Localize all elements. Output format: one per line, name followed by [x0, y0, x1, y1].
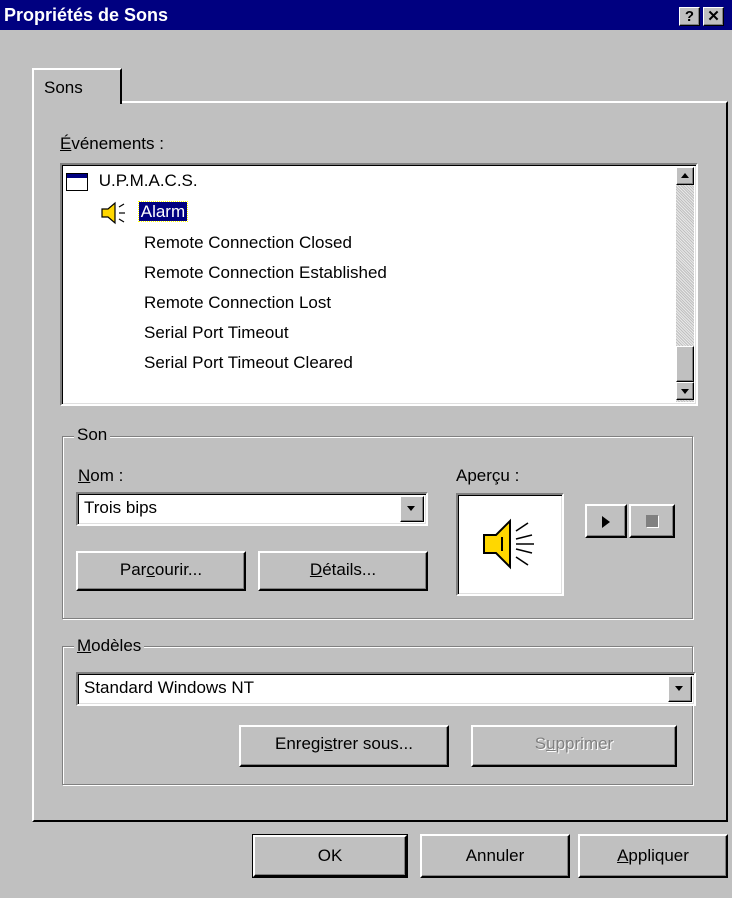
window-title: Propriétés de Sons	[4, 5, 169, 25]
dropdown-arrow-icon[interactable]	[400, 496, 424, 522]
events-label: Événements :	[60, 134, 164, 153]
list-item[interactable]: Serial Port Timeout	[144, 323, 289, 343]
list-item-label: Remote Connection Established	[144, 263, 387, 282]
details-button[interactable]: Détails...	[258, 551, 428, 591]
preview-label: Aperçu :	[456, 466, 520, 485]
speaker-icon	[480, 513, 542, 580]
dropdown-arrow-icon[interactable]	[668, 676, 692, 702]
list-item[interactable]: Remote Connection Lost	[144, 293, 331, 313]
list-item[interactable]: Remote Connection Closed	[144, 233, 352, 253]
browse-button[interactable]: Parcourir...	[76, 551, 246, 591]
list-item-label: Serial Port Timeout	[144, 323, 289, 342]
group-label: U.P.M.A.C.S.	[98, 171, 198, 190]
apply-button[interactable]: Appliquer	[578, 834, 728, 878]
title-bar[interactable]: Propriétés de Sons ? ✕	[0, 0, 732, 30]
sound-preview	[456, 493, 564, 596]
sound-name-label: Nom :	[78, 466, 124, 485]
list-item[interactable]: Remote Connection Established	[144, 263, 387, 283]
scheme-select[interactable]: Standard Windows NT	[76, 672, 696, 706]
list-item-label: Remote Connection Closed	[144, 233, 352, 252]
speaker-icon	[100, 201, 134, 225]
list-item[interactable]: Alarm	[100, 201, 189, 225]
help-icon[interactable]: ?	[679, 7, 700, 26]
sound-name-value: Trois bips	[84, 498, 158, 517]
list-group-item[interactable]: U.P.M.A.C.S.	[66, 171, 198, 191]
play-button[interactable]	[585, 504, 627, 538]
scroll-down-icon[interactable]	[676, 382, 694, 400]
ok-button[interactable]: OK	[252, 834, 408, 878]
scheme-value: Standard Windows NT	[84, 678, 255, 697]
close-icon[interactable]: ✕	[703, 7, 724, 26]
save-as-button[interactable]: Enregistrer sous...	[239, 725, 449, 767]
list-item[interactable]: Serial Port Timeout Cleared	[144, 353, 353, 373]
stop-icon	[646, 515, 658, 527]
delete-button: Supprimer	[471, 725, 677, 767]
list-item-label: Remote Connection Lost	[144, 293, 332, 312]
stop-button[interactable]	[629, 504, 675, 538]
sound-group-title: Son	[74, 425, 111, 445]
play-icon	[602, 516, 610, 528]
list-item-label: Alarm	[137, 201, 189, 223]
list-item-label: Serial Port Timeout Cleared	[144, 353, 353, 372]
scroll-up-icon[interactable]	[676, 167, 694, 185]
sound-name-select[interactable]: Trois bips	[76, 492, 428, 526]
scroll-thumb[interactable]	[676, 346, 694, 382]
tab-sons[interactable]: Sons	[32, 68, 122, 104]
events-list[interactable]: U.P.M.A.C.S. Alarm Remote Connection Clo…	[60, 163, 698, 406]
schemes-group-title: Modèles	[74, 636, 145, 656]
window-icon	[66, 172, 88, 191]
events-scrollbar[interactable]	[676, 167, 694, 402]
tab-sons-label: Sons	[44, 78, 83, 97]
cancel-button[interactable]: Annuler	[420, 834, 570, 878]
